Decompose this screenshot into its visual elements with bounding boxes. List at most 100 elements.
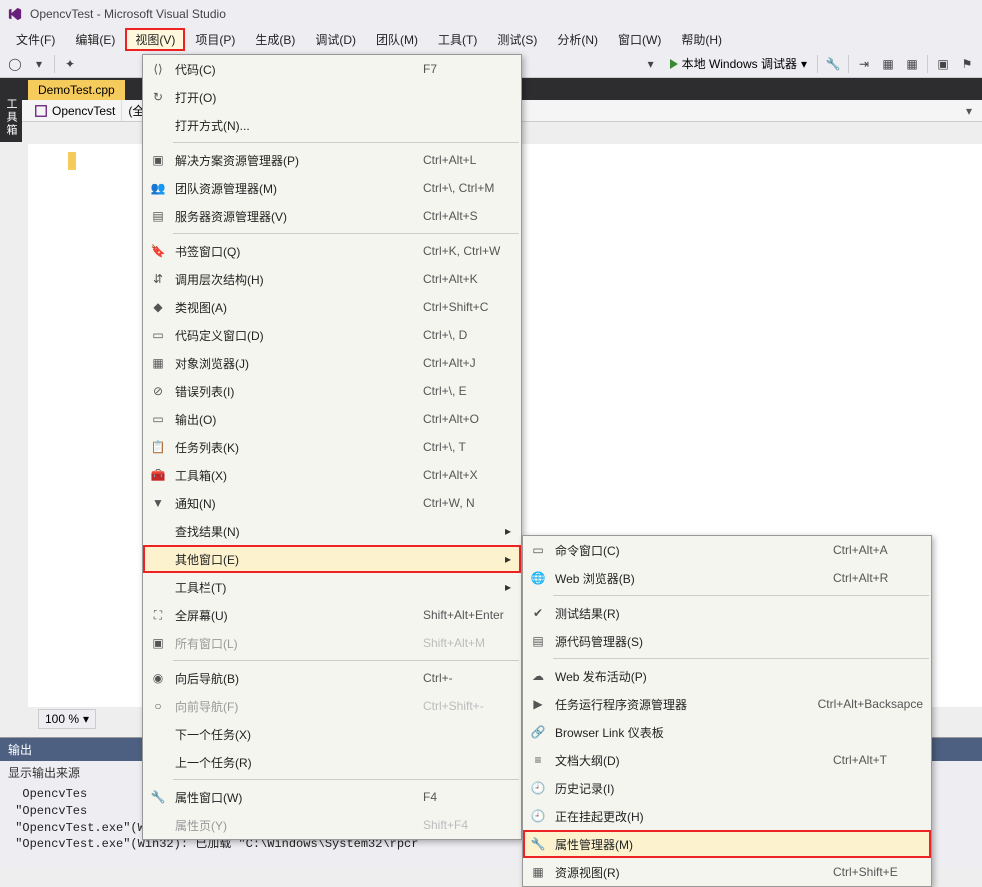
- menu-item-shortcut: Ctrl+Alt+T: [813, 753, 923, 767]
- menu-item[interactable]: ▦对象浏览器(J)Ctrl+Alt+J: [143, 349, 521, 377]
- menu-item-label: Web 浏览器(B): [549, 570, 813, 587]
- menu-item[interactable]: 🔧属性窗口(W)F4: [143, 783, 521, 811]
- menu-item[interactable]: 📋任务列表(K)Ctrl+\, T: [143, 433, 521, 461]
- menu-item[interactable]: 🧰工具箱(X)Ctrl+Alt+X: [143, 461, 521, 489]
- codedef-icon: ▭: [147, 324, 169, 346]
- toolbox-tab[interactable]: 工具箱: [0, 92, 22, 142]
- menu-编辑(E)[interactable]: 编辑(E): [65, 28, 125, 51]
- menu-item[interactable]: 其他窗口(E)▸: [143, 545, 521, 573]
- menu-item[interactable]: 打开方式(N)...: [143, 111, 521, 139]
- menu-item[interactable]: 🕘正在挂起更改(H): [523, 802, 931, 830]
- nav-back-icon[interactable]: ◯: [4, 53, 26, 75]
- menu-item[interactable]: ▤源代码管理器(S): [523, 627, 931, 655]
- error-icon: ⊘: [147, 380, 169, 402]
- menu-item[interactable]: ◉向后导航(B)Ctrl+-: [143, 664, 521, 692]
- menu-item-label: 调用层次结构(H): [169, 271, 403, 288]
- menu-item[interactable]: ≡文档大纲(D)Ctrl+Alt+T: [523, 746, 931, 774]
- menu-分析(N)[interactable]: 分析(N): [547, 28, 608, 51]
- other-windows-submenu: ▭命令窗口(C)Ctrl+Alt+A🌐Web 浏览器(B)Ctrl+Alt+R ✔…: [522, 535, 932, 887]
- outline-icon: ≡: [527, 749, 549, 771]
- menu-item[interactable]: ▼通知(N)Ctrl+W, N: [143, 489, 521, 517]
- vs-logo-icon: [8, 7, 22, 21]
- menu-item-label: 服务器资源管理器(V): [169, 208, 403, 225]
- menu-item[interactable]: 🔖书签窗口(Q)Ctrl+K, Ctrl+W: [143, 237, 521, 265]
- menu-item[interactable]: ⇵调用层次结构(H)Ctrl+Alt+K: [143, 265, 521, 293]
- blank-icon: [147, 114, 169, 136]
- menu-item[interactable]: ▣解决方案资源管理器(P)Ctrl+Alt+L: [143, 146, 521, 174]
- menu-工具(T)[interactable]: 工具(T): [428, 28, 487, 51]
- menu-视图(V)[interactable]: 视图(V): [125, 28, 185, 51]
- tb-icon-3[interactable]: ▦: [877, 53, 899, 75]
- menu-item[interactable]: ▭输出(O)Ctrl+Alt+O: [143, 405, 521, 433]
- tb-icon-5[interactable]: ▣: [932, 53, 954, 75]
- menu-item-label: 工具箱(X): [169, 467, 403, 484]
- blank-icon: [147, 520, 169, 542]
- menu-item[interactable]: ▦资源视图(R)Ctrl+Shift+E: [523, 858, 931, 886]
- menubar: 文件(F)编辑(E)视图(V)项目(P)生成(B)调试(D)团队(M)工具(T)…: [0, 28, 982, 50]
- menu-item-label: 团队资源管理器(M): [169, 180, 403, 197]
- tb-icon-4[interactable]: ▦: [901, 53, 923, 75]
- menu-窗口(W)[interactable]: 窗口(W): [608, 28, 671, 51]
- menu-团队(M)[interactable]: 团队(M): [366, 28, 428, 51]
- menu-item[interactable]: ⛶全屏幕(U)Shift+Alt+Enter: [143, 601, 521, 629]
- menu-item[interactable]: 工具栏(T)▸: [143, 573, 521, 601]
- bookmark-icon: 🔖: [147, 240, 169, 262]
- menu-item[interactable]: ⟨⟩代码(C)F7: [143, 55, 521, 83]
- start-debug-button[interactable]: 本地 Windows 调试器 ▾: [664, 53, 813, 74]
- menu-帮助(H)[interactable]: 帮助(H): [671, 28, 732, 51]
- menu-item-label: 历史记录(I): [549, 780, 813, 797]
- view-menu: ⟨⟩代码(C)F7↻打开(O)打开方式(N)... ▣解决方案资源管理器(P)Ct…: [142, 54, 522, 840]
- menu-item[interactable]: 🌐Web 浏览器(B)Ctrl+Alt+R: [523, 564, 931, 592]
- menu-调试(D)[interactable]: 调试(D): [305, 28, 366, 51]
- menu-item[interactable]: 下一个任务(X): [143, 720, 521, 748]
- menu-item[interactable]: 👥团队资源管理器(M)Ctrl+\, Ctrl+M: [143, 174, 521, 202]
- menu-item[interactable]: 🔗Browser Link 仪表板: [523, 718, 931, 746]
- menu-文件(F)[interactable]: 文件(F): [6, 28, 65, 51]
- separator: [817, 55, 818, 73]
- new-item-icon[interactable]: ✦: [59, 53, 81, 75]
- dropdown-icon[interactable]: ▾: [640, 53, 662, 75]
- menu-item-shortcut: Ctrl+Shift+C: [403, 300, 513, 314]
- project-icon: [34, 104, 48, 118]
- menu-item[interactable]: ▶任务运行程序资源管理器Ctrl+Alt+Backsapce: [523, 690, 931, 718]
- document-tab-active[interactable]: DemoTest.cpp: [28, 80, 125, 100]
- menu-item[interactable]: ▭命令窗口(C)Ctrl+Alt+A: [523, 536, 931, 564]
- menu-测试(S)[interactable]: 测试(S): [487, 28, 547, 51]
- chevron-down-icon: ▾: [801, 57, 807, 71]
- tb-icon-1[interactable]: 🔧: [822, 53, 844, 75]
- menu-item-shortcut: Shift+F4: [403, 818, 513, 832]
- menu-separator: [553, 595, 929, 596]
- menu-item-label: 资源视图(R): [549, 864, 813, 881]
- menu-separator: [173, 233, 519, 234]
- menu-生成(B)[interactable]: 生成(B): [245, 28, 305, 51]
- menu-item[interactable]: ▤服务器资源管理器(V)Ctrl+Alt+S: [143, 202, 521, 230]
- menu-item[interactable]: ☁Web 发布活动(P): [523, 662, 931, 690]
- menu-item-label: 上一个任务(R): [169, 754, 403, 771]
- menu-item[interactable]: 🕘历史记录(I): [523, 774, 931, 802]
- menu-item[interactable]: ◆类视图(A)Ctrl+Shift+C: [143, 293, 521, 321]
- chevron-down-icon: ▾: [83, 712, 89, 726]
- menu-item-label: 错误列表(I): [169, 383, 403, 400]
- menu-item[interactable]: 查找结果(N)▸: [143, 517, 521, 545]
- nav-fwd-icon[interactable]: ▾: [28, 53, 50, 75]
- menu-item[interactable]: 上一个任务(R): [143, 748, 521, 776]
- menu-item-label: 通知(N): [169, 495, 403, 512]
- menu-item-label: 书签窗口(Q): [169, 243, 403, 260]
- menu-item-label: 查找结果(N): [169, 523, 393, 540]
- open-icon: ↻: [147, 86, 169, 108]
- zoom-control[interactable]: 100 % ▾: [38, 709, 96, 729]
- menu-item-shortcut: Ctrl+Alt+K: [403, 272, 513, 286]
- menu-item[interactable]: ⊘错误列表(I)Ctrl+\, E: [143, 377, 521, 405]
- menu-item[interactable]: ✔测试结果(R): [523, 599, 931, 627]
- menu-item[interactable]: 🔧属性管理器(M): [523, 830, 931, 858]
- menu-项目(P)[interactable]: 项目(P): [185, 28, 245, 51]
- flag-icon[interactable]: ⚑: [956, 53, 978, 75]
- menu-item[interactable]: ↻打开(O): [143, 83, 521, 111]
- menu-item-shortcut: Ctrl+Alt+L: [403, 153, 513, 167]
- tb-icon-2[interactable]: ⇥: [853, 53, 875, 75]
- nav-project-label: OpencvTest: [52, 104, 115, 118]
- menu-item[interactable]: ▭代码定义窗口(D)Ctrl+\, D: [143, 321, 521, 349]
- menu-item-shortcut: Ctrl+\, Ctrl+M: [403, 181, 513, 195]
- nav-project-combo[interactable]: OpencvTest: [28, 100, 122, 121]
- separator: [848, 55, 849, 73]
